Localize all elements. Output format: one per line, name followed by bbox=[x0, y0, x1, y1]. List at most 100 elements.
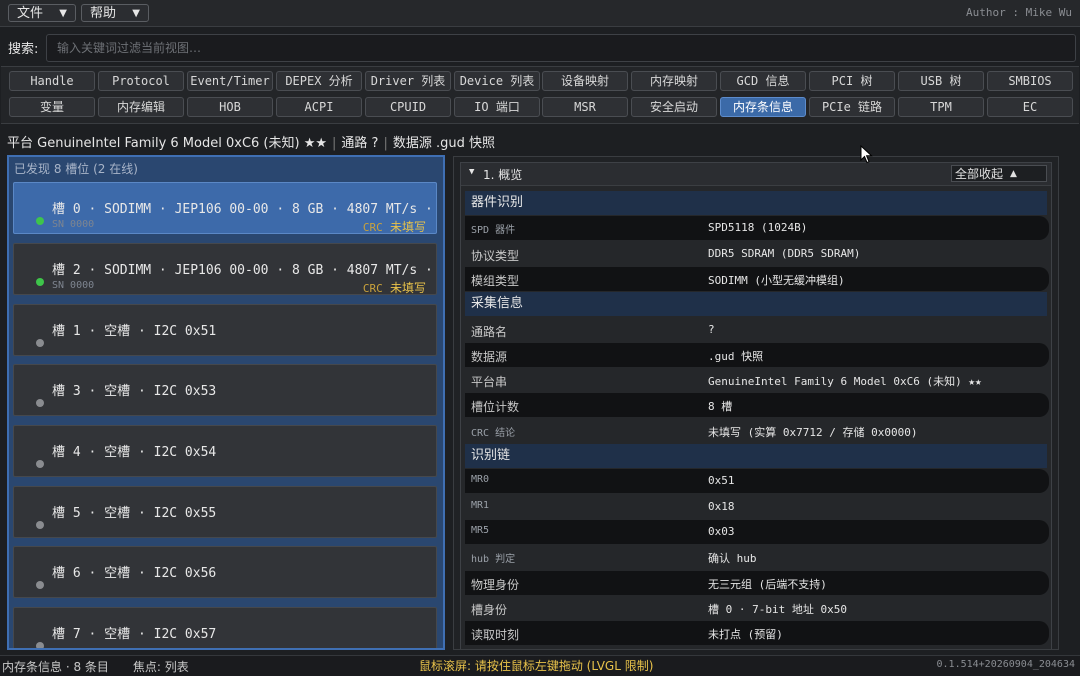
file-menu[interactable]: 文件 ▼ bbox=[8, 4, 76, 22]
slot-summary: 槽 1 · 空槽 · I2C 0x51 bbox=[52, 324, 217, 339]
collapse-all-button[interactable]: 全部收起 ▲ bbox=[951, 165, 1047, 182]
detail-key: 协议类型 bbox=[471, 248, 520, 263]
tab-row2-2[interactable]: HOB bbox=[187, 97, 273, 117]
slot-summary: 槽 5 · 空槽 · I2C 0x55 bbox=[52, 506, 217, 521]
detail-row: 读取时刻 未打点 (预留) bbox=[465, 621, 1049, 646]
group-header[interactable]: 采集信息 bbox=[465, 292, 1047, 317]
detail-row: 槽身份 槽 0 · 7-bit 地址 0x50 bbox=[465, 596, 1049, 620]
slot-item[interactable]: 槽 2 · SODIMM · JEP106 00-00 · 8 GB · 480… bbox=[13, 243, 437, 295]
detail-value: 未打点 (预留) bbox=[708, 628, 783, 642]
detail-row: MR0 0x51 bbox=[465, 469, 1049, 494]
help-menu-label: 帮助 bbox=[90, 6, 117, 21]
group-header[interactable]: 器件识别 bbox=[465, 191, 1047, 215]
slot-item[interactable]: 槽 3 · 空槽 · I2C 0x53 bbox=[13, 364, 437, 416]
tab-row1-2[interactable]: Event/Timer bbox=[187, 71, 273, 91]
detail-value: 0x51 bbox=[708, 474, 735, 488]
online-status-dot bbox=[36, 278, 44, 286]
detail-value: ? bbox=[708, 322, 715, 336]
detail-key: 槽位计数 bbox=[471, 400, 520, 415]
chevron-up-icon: ▲ bbox=[1010, 169, 1017, 179]
online-status-dot bbox=[36, 217, 44, 225]
offline-status-dot bbox=[36, 339, 44, 347]
tab-row2-5[interactable]: IO 端口 bbox=[454, 97, 540, 117]
detail-key: SPD 器件 bbox=[471, 225, 516, 237]
tab-row1-11[interactable]: SMBIOS bbox=[987, 71, 1073, 91]
detail-row: 数据源 .gud 快照 bbox=[465, 342, 1049, 367]
detail-row: 物理身份 无三元组 (后端不支持) bbox=[465, 570, 1049, 595]
section-title: 1. 概览 bbox=[483, 168, 523, 182]
detail-value: 未填写 (实算 0x7712 / 存储 0x0000) bbox=[708, 425, 918, 439]
status-left: 内存条信息 · 8 条目 焦点: 列表 bbox=[2, 658, 189, 675]
detail-key: CRC 结论 bbox=[471, 427, 516, 439]
tab-row1-0[interactable]: Handle bbox=[9, 71, 95, 91]
slot-item[interactable]: 槽 0 · SODIMM · JEP106 00-00 · 8 GB · 480… bbox=[13, 182, 437, 234]
slot-item[interactable]: 槽 1 · 空槽 · I2C 0x51 bbox=[13, 304, 437, 356]
detail-value: SPD5118 (1024B) bbox=[708, 221, 808, 235]
tab-row2-11[interactable]: EC bbox=[987, 97, 1073, 117]
group-header[interactable]: 识别链 bbox=[465, 444, 1047, 468]
offline-status-dot bbox=[36, 642, 44, 648]
detail-key: 物理身份 bbox=[471, 577, 520, 592]
slot-summary: 槽 3 · 空槽 · I2C 0x53 bbox=[52, 384, 217, 399]
tab-row1-5[interactable]: Device 列表 bbox=[454, 71, 540, 91]
detail-key: MR5 bbox=[471, 524, 490, 536]
tab-row1-10[interactable]: USB 树 bbox=[898, 71, 984, 91]
platform-info: 平台 GenuineIntel Family 6 Model 0xC6 (未知)… bbox=[7, 136, 328, 151]
tab-row1-6[interactable]: 设备映射 bbox=[542, 71, 628, 91]
tab-row1-3[interactable]: DEPEX 分析 bbox=[276, 71, 362, 91]
detail-value: 0x03 bbox=[708, 524, 735, 538]
search-label: 搜索: bbox=[8, 42, 39, 57]
tab-row2-7[interactable]: 安全启动 bbox=[631, 97, 717, 117]
slot-item[interactable]: 槽 4 · 空槽 · I2C 0x54 bbox=[13, 425, 437, 477]
detail-row: 协议类型 DDR5 SDRAM (DDR5 SDRAM) bbox=[465, 242, 1049, 266]
detail-key: hub 判定 bbox=[471, 554, 516, 566]
slot-item[interactable]: 槽 5 · 空槽 · I2C 0x55 bbox=[13, 486, 437, 538]
detail-row: 平台串 GenuineIntel Family 6 Model 0xC6 (未知)… bbox=[465, 368, 1049, 392]
tab-row1-7[interactable]: 内存映射 bbox=[631, 71, 717, 91]
source-info: 数据源 .gud 快照 bbox=[392, 136, 495, 151]
detail-key: 槽身份 bbox=[471, 602, 508, 617]
tab-row2-10[interactable]: TPM bbox=[898, 97, 984, 117]
slot-item[interactable]: 槽 6 · 空槽 · I2C 0x56 bbox=[13, 546, 437, 598]
detail-panel: ▼ 1. 概览 全部收起 ▲ 器件识别 SPD 器件 SPD5118 (1024B)… bbox=[453, 156, 1059, 650]
crc-label: CRC bbox=[362, 282, 383, 295]
tab-row2-4[interactable]: CPUID bbox=[365, 97, 451, 117]
detail-key: 模组类型 bbox=[471, 273, 520, 288]
offline-status-dot bbox=[36, 581, 44, 589]
slot-summary: 槽 0 · SODIMM · JEP106 00-00 · 8 GB · 480… bbox=[52, 202, 437, 217]
tab-row1-4[interactable]: Driver 列表 bbox=[365, 71, 451, 91]
tab-row2-3[interactable]: ACPI bbox=[276, 97, 362, 117]
slot-item[interactable]: 槽 7 · 空槽 · I2C 0x57 bbox=[13, 607, 437, 648]
slot-summary: 槽 7 · 空槽 · I2C 0x57 bbox=[52, 627, 217, 642]
detail-row: MR1 0x18 bbox=[465, 495, 1049, 519]
tab-row2-1[interactable]: 内存编辑 bbox=[98, 97, 184, 117]
menu-bar: 文件 ▼ 帮助 ▼ Author : Mike Wu bbox=[0, 0, 1080, 27]
detail-key: 数据源 bbox=[471, 349, 508, 364]
file-menu-label: 文件 bbox=[17, 6, 44, 21]
tab-row2-8[interactable]: 内存条信息 bbox=[720, 97, 806, 117]
slot-list-header: 已发现 8 槽位 (2 在线) bbox=[14, 162, 138, 176]
slot-summary: 槽 2 · SODIMM · JEP106 00-00 · 8 GB · 480… bbox=[52, 263, 437, 278]
crc-status: CRC 未填写 bbox=[362, 218, 426, 234]
section-header[interactable]: ▼ 1. 概览 全部收起 ▲ bbox=[461, 163, 1051, 186]
tab-row1-9[interactable]: PCI 树 bbox=[809, 71, 895, 91]
detail-scroll-area[interactable]: ▼ 1. 概览 全部收起 ▲ 器件识别 SPD 器件 SPD5118 (1024B)… bbox=[460, 162, 1052, 649]
slot-list[interactable]: 已发现 8 槽位 (2 在线) 槽 0 · SODIMM · JEP106 00… bbox=[7, 155, 445, 650]
mouse-cursor-icon bbox=[860, 145, 873, 164]
tab-row2-9[interactable]: PCIe 链路 bbox=[809, 97, 895, 117]
tab-row2-0[interactable]: 变量 bbox=[9, 97, 95, 117]
tab-row2-6[interactable]: MSR bbox=[542, 97, 628, 117]
channel-info: 通路 ? bbox=[341, 136, 379, 151]
detail-value: 槽 0 · 7-bit 地址 0x50 bbox=[708, 602, 847, 616]
search-input[interactable] bbox=[46, 34, 1076, 62]
expand-triangle-icon: ▼ bbox=[469, 167, 475, 177]
help-menu[interactable]: 帮助 ▼ bbox=[81, 4, 149, 22]
detail-row: 通路名? bbox=[465, 318, 1049, 342]
tab-row1-1[interactable]: Protocol bbox=[98, 71, 184, 91]
crc-label: CRC bbox=[362, 221, 383, 234]
tab-row1-8[interactable]: GCD 信息 bbox=[720, 71, 806, 91]
info-line: 平台 GenuineIntel Family 6 Model 0xC6 (未知)… bbox=[7, 136, 495, 151]
detail-row: CRC 结论 未填写 (实算 0x7712 / 存储 0x0000) bbox=[465, 419, 1049, 443]
detail-value: GenuineIntel Family 6 Model 0xC6 (未知) ★★ bbox=[708, 375, 982, 389]
detail-row: SPD 器件 SPD5118 (1024B) bbox=[465, 216, 1049, 241]
